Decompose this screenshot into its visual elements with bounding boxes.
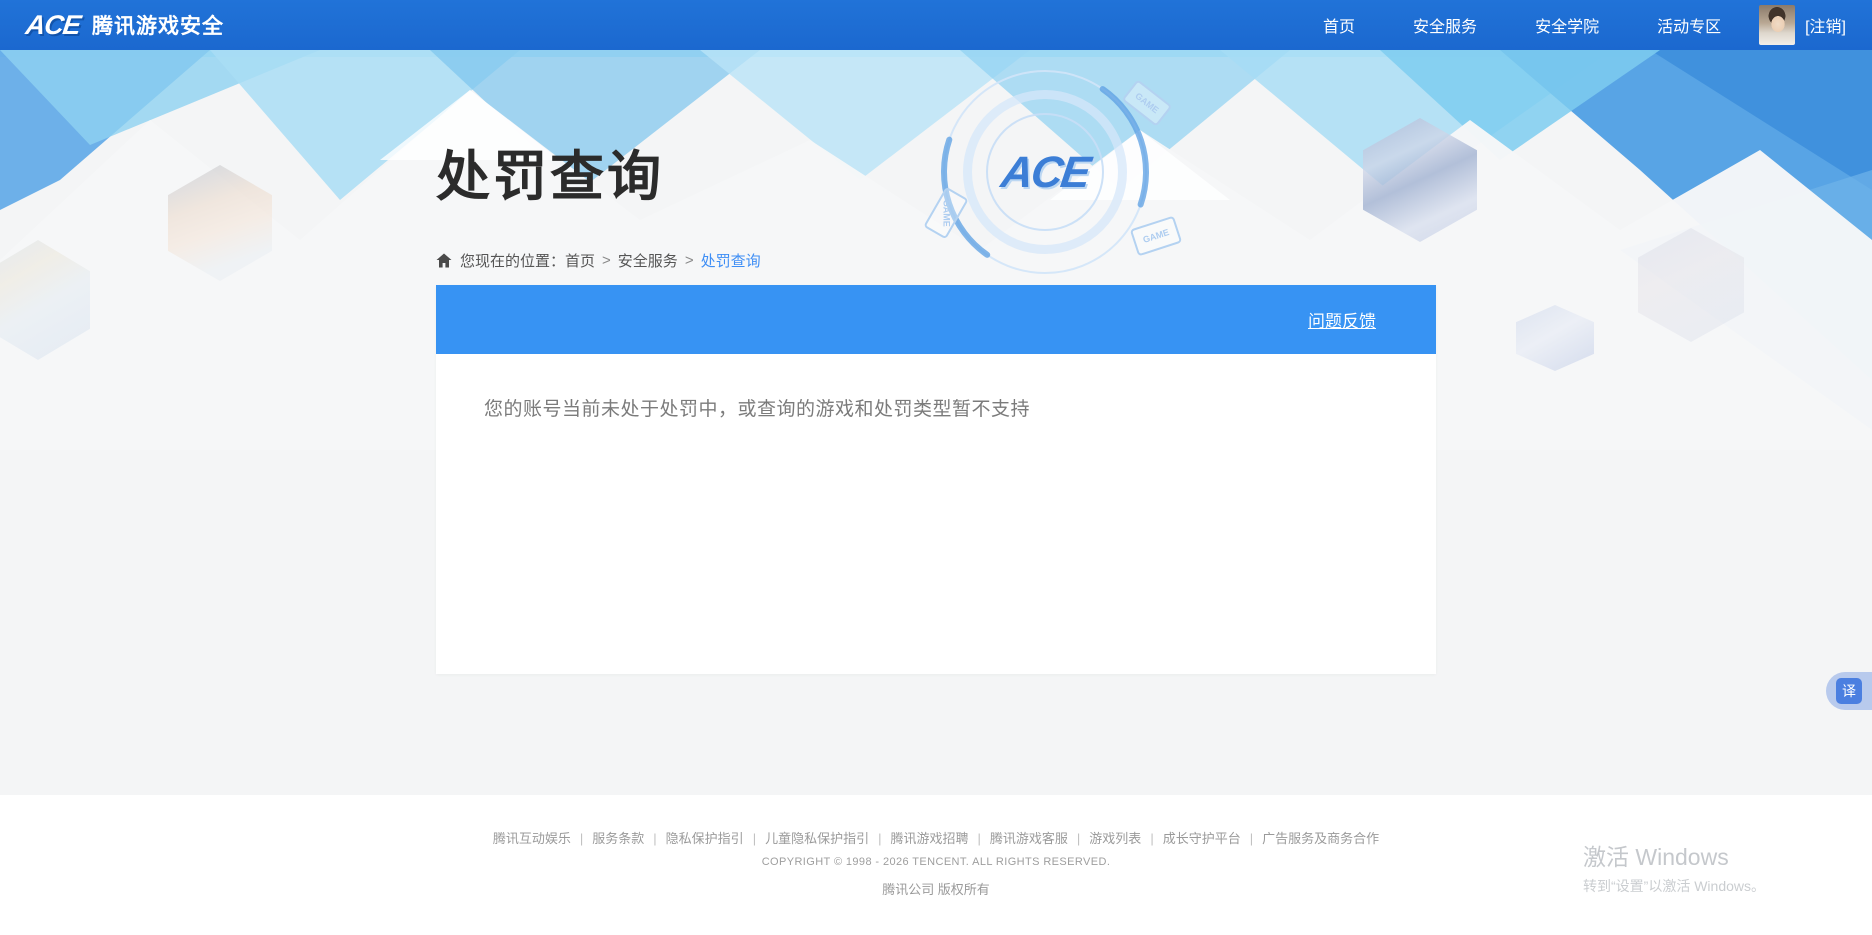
breadcrumb: 您现在的位置： 首页 > 安全服务 > 处罚查询 xyxy=(436,250,761,271)
breadcrumb-separator: > xyxy=(602,252,611,269)
footer-link-ads[interactable]: 广告服务及商务合作 xyxy=(1262,831,1379,846)
home-icon xyxy=(436,253,452,268)
footer-link-game-list[interactable]: 游戏列表 xyxy=(1089,831,1141,846)
footer-link-children-privacy[interactable]: 儿童隐私保护指引 xyxy=(765,831,869,846)
page-title: 处罚查询 xyxy=(436,132,664,211)
brand-title: 腾讯游戏安全 xyxy=(92,10,224,40)
brand-logo[interactable]: ACE 腾讯游戏安全 xyxy=(26,10,224,41)
nav-item-home[interactable]: 首页 xyxy=(1323,13,1355,37)
hexagon-character-left-top xyxy=(168,165,272,281)
hexagon-character-small xyxy=(1516,305,1594,371)
logout-link[interactable]: [注销] xyxy=(1805,13,1846,37)
footer-separator: | xyxy=(753,831,756,846)
breadcrumb-current[interactable]: 处罚查询 xyxy=(701,250,761,271)
card-header: 问题反馈 xyxy=(436,285,1436,354)
nav-item-security-academy[interactable]: 安全学院 xyxy=(1535,13,1599,37)
footer-separator: | xyxy=(1150,831,1153,846)
card-body: 您的账号当前未处于处罚中，或查询的游戏和处罚类型暂不支持 xyxy=(436,354,1436,674)
footer-separator: | xyxy=(580,831,583,846)
breadcrumb-prefix: 您现在的位置： xyxy=(460,250,565,271)
feedback-link[interactable]: 问题反馈 xyxy=(1308,307,1376,332)
hexagon-character-right-faint xyxy=(1638,228,1744,342)
translate-button[interactable]: 译 xyxy=(1826,672,1872,710)
game-chip-label: GAME xyxy=(1142,227,1171,245)
footer-links: 腾讯互动娱乐 | 服务条款 | 隐私保护指引 | 儿童隐私保护指引 | 腾讯游戏招聘 | 腾讯游戏客… xyxy=(0,795,1872,847)
hexagon-character-right xyxy=(1363,118,1477,242)
game-chip-label: GAME xyxy=(941,200,951,227)
ace-logo-icon: ACE xyxy=(24,10,82,41)
user-avatar[interactable] xyxy=(1759,5,1795,45)
footer-separator: | xyxy=(1077,831,1080,846)
footer-link-tencent-games[interactable]: 腾讯互动娱乐 xyxy=(493,831,571,846)
breadcrumb-security-services[interactable]: 安全服务 xyxy=(618,250,678,271)
page: ACE 腾讯游戏安全 首页 安全服务 安全学院 活动专区 [注销] xyxy=(0,0,1872,935)
footer-separator: | xyxy=(878,831,881,846)
footer-link-privacy[interactable]: 隐私保护指引 xyxy=(666,831,744,846)
footer-separator: | xyxy=(978,831,981,846)
footer-link-guardian[interactable]: 成长守护平台 xyxy=(1163,831,1241,846)
emblem-ace-logo: ACE xyxy=(931,148,1158,198)
result-message: 您的账号当前未处于处罚中，或查询的游戏和处罚类型暂不支持 xyxy=(484,394,1436,421)
nav-user-area: [注销] xyxy=(1759,5,1846,45)
nav-menu: 首页 安全服务 安全学院 活动专区 [注销] xyxy=(1265,5,1846,45)
footer-separator: | xyxy=(1250,831,1253,846)
breadcrumb-separator: > xyxy=(685,252,694,269)
company-text: 腾讯公司 版权所有 xyxy=(0,879,1872,898)
footer-link-support[interactable]: 腾讯游戏客服 xyxy=(990,831,1068,846)
main-section: ACE GAME GAME GAME 处罚查询 您现在的位置： 首页 > xyxy=(0,50,1872,795)
query-result-card: 问题反馈 您的账号当前未处于处罚中，或查询的游戏和处罚类型暂不支持 xyxy=(436,285,1436,674)
nav-item-activity-zone[interactable]: 活动专区 xyxy=(1657,13,1721,37)
translate-icon: 译 xyxy=(1836,678,1862,704)
game-chip-label: GAME xyxy=(1133,91,1160,116)
ace-emblem: ACE GAME GAME GAME xyxy=(935,62,1155,282)
footer-separator: | xyxy=(653,831,656,846)
hexagon-character-left-bottom xyxy=(0,240,90,360)
top-navbar: ACE 腾讯游戏安全 首页 安全服务 安全学院 活动专区 [注销] xyxy=(0,0,1872,50)
footer-link-terms[interactable]: 服务条款 xyxy=(592,831,644,846)
nav-item-security-services[interactable]: 安全服务 xyxy=(1413,13,1477,37)
breadcrumb-home[interactable]: 首页 xyxy=(565,250,595,271)
footer: 腾讯互动娱乐 | 服务条款 | 隐私保护指引 | 儿童隐私保护指引 | 腾讯游戏招聘 | 腾讯游戏客… xyxy=(0,795,1872,935)
copyright-text: COPYRIGHT © 1998 - 2026 TENCENT. ALL RIG… xyxy=(0,856,1872,868)
footer-link-recruit[interactable]: 腾讯游戏招聘 xyxy=(890,831,968,846)
